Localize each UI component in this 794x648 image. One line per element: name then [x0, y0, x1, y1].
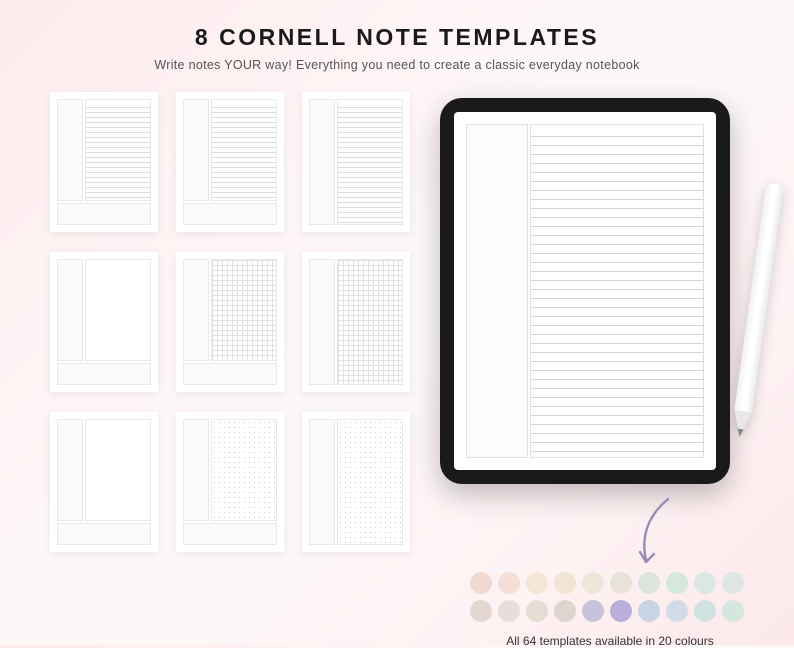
color-swatch [498, 572, 520, 594]
content-row: All 64 templates available in 20 colours [0, 72, 794, 552]
color-swatch [722, 600, 744, 622]
cue-column [309, 99, 335, 225]
color-swatch [554, 600, 576, 622]
notes-column [85, 259, 151, 361]
notes-column [337, 419, 403, 545]
summary-row [57, 523, 151, 545]
device-area: All 64 templates available in 20 colours [440, 92, 754, 552]
color-swatch [722, 572, 744, 594]
color-swatch [526, 572, 548, 594]
arrow-icon [618, 494, 688, 574]
color-swatch [498, 600, 520, 622]
notes-column [211, 99, 277, 201]
summary-row [57, 363, 151, 385]
screen-cornell-body [466, 124, 704, 458]
color-swatch [638, 600, 660, 622]
swatch-caption: All 64 templates available in 20 colours [470, 634, 750, 648]
notes-column [85, 419, 151, 521]
tablet-screen [454, 112, 716, 470]
color-swatch [526, 600, 548, 622]
color-swatch [470, 572, 492, 594]
template-card [302, 252, 410, 392]
template-card [176, 252, 284, 392]
notes-column [211, 419, 277, 521]
color-swatch [638, 572, 660, 594]
color-swatch [554, 572, 576, 594]
color-swatch [610, 572, 632, 594]
color-swatch [610, 600, 632, 622]
color-swatches [470, 572, 744, 622]
color-swatch [666, 600, 688, 622]
notes-column [85, 99, 151, 201]
color-swatch [694, 600, 716, 622]
color-swatch [694, 572, 716, 594]
template-grid [50, 92, 410, 552]
cue-column [183, 419, 209, 521]
template-card [302, 412, 410, 552]
page-subtitle: Write notes YOUR way! Everything you nee… [0, 58, 794, 72]
tablet-device [440, 98, 730, 484]
notes-column [211, 259, 277, 361]
cue-column [57, 259, 83, 361]
template-card [302, 92, 410, 232]
template-card [50, 412, 158, 552]
stylus-pencil [726, 182, 784, 472]
cue-column [309, 259, 335, 385]
screen-notes-column [530, 124, 704, 458]
cue-column [183, 99, 209, 201]
template-card [50, 92, 158, 232]
summary-row [183, 363, 277, 385]
color-swatch [470, 600, 492, 622]
template-card [176, 412, 284, 552]
summary-row [183, 203, 277, 225]
screen-cue-column [466, 124, 528, 458]
color-swatch [666, 572, 688, 594]
template-card [50, 252, 158, 392]
cue-column [57, 99, 83, 201]
header: 8 CORNELL NOTE TEMPLATES Write notes YOU… [0, 0, 794, 72]
cue-column [57, 419, 83, 521]
cue-column [183, 259, 209, 361]
summary-row [183, 523, 277, 545]
page-title: 8 CORNELL NOTE TEMPLATES [0, 24, 794, 51]
template-card [176, 92, 284, 232]
color-swatch [582, 572, 604, 594]
cue-column [309, 419, 335, 545]
color-swatch [582, 600, 604, 622]
notes-column [337, 259, 403, 385]
notes-column [337, 99, 403, 225]
summary-row [57, 203, 151, 225]
